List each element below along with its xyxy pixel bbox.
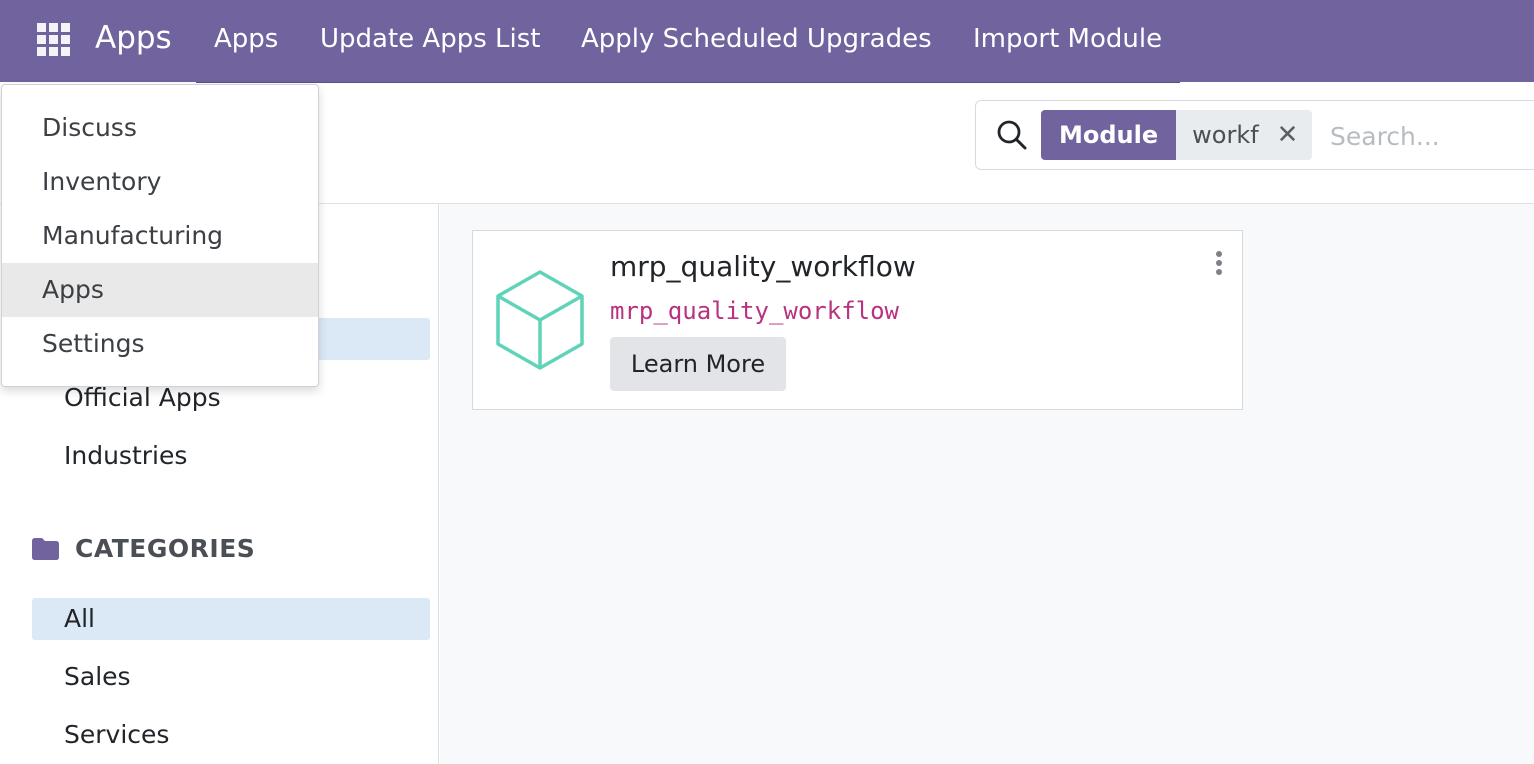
search-icon[interactable] (995, 118, 1029, 152)
search-input[interactable] (1330, 114, 1530, 158)
kebab-menu-icon[interactable] (1208, 248, 1230, 278)
top-navbar: Apps Apps Update Apps List Apply Schedul… (0, 0, 1534, 82)
nav-item-update-apps-list[interactable]: Update Apps List (320, 22, 540, 56)
nav-item-import-module[interactable]: Import Module (973, 22, 1162, 56)
nav-item-apply-scheduled-upgrades[interactable]: Apply Scheduled Upgrades (581, 22, 932, 56)
close-icon[interactable]: ✕ (1277, 110, 1299, 160)
folder-icon (32, 537, 59, 560)
navbar-divider (196, 82, 1180, 83)
brand-title[interactable]: Apps (95, 18, 172, 58)
dropdown-item-inventory[interactable]: Inventory (2, 155, 318, 209)
sidebar-filter-industries[interactable]: Industries (32, 435, 430, 477)
module-technical-name: mrp_quality_workflow (610, 297, 899, 325)
facet-value: workf (1192, 121, 1259, 149)
sidebar-category-services[interactable]: Services (32, 714, 430, 756)
categories-header: CATEGORIES (32, 534, 255, 563)
sidebar-category-sales[interactable]: Sales (32, 656, 430, 698)
app-menu-button[interactable] (30, 16, 76, 62)
dropdown-item-apps[interactable]: Apps (2, 263, 318, 317)
dropdown-item-settings[interactable]: Settings (2, 317, 318, 371)
sidebar-category-all[interactable]: All (32, 598, 430, 640)
facet-label: Module (1041, 110, 1177, 160)
dropdown-item-manufacturing[interactable]: Manufacturing (2, 209, 318, 263)
apps-dropdown: Discuss Inventory Manufacturing Apps Set… (1, 84, 319, 387)
search-facet: Module workf ✕ (1041, 110, 1313, 160)
learn-more-button[interactable]: Learn More (610, 337, 786, 391)
categories-title: CATEGORIES (75, 534, 256, 563)
cube-icon (496, 270, 584, 370)
dropdown-item-discuss[interactable]: Discuss (2, 101, 318, 155)
nav-item-apps[interactable]: Apps (214, 22, 278, 56)
grid-icon (36, 22, 70, 56)
module-name: mrp_quality_workflow (610, 250, 916, 283)
facet-value-wrap: workf ✕ (1176, 110, 1313, 160)
